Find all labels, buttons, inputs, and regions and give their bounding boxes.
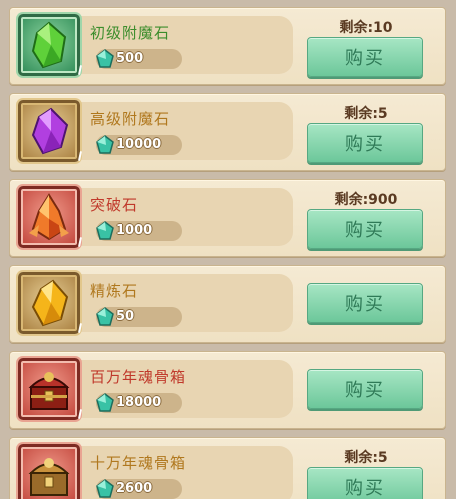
item-icon-frame[interactable] [18, 186, 80, 248]
buy-button[interactable]: 购买 [307, 369, 423, 409]
jade-gem-icon [96, 479, 114, 498]
remaining-count: 剩余:5 [344, 106, 388, 122]
item-name: 高级附魔石 [90, 110, 171, 128]
shop-item-card: 突破石 1000 剩余:900 购买 [9, 179, 446, 257]
item-name: 十万年魂骨箱 [90, 454, 187, 472]
item-price: 500 [116, 51, 144, 66]
item-icon-frame[interactable] [18, 14, 80, 76]
red-chest-icon [28, 372, 70, 410]
item-icon-frame[interactable] [18, 100, 80, 162]
remaining-count: 剩余:10 [339, 20, 393, 36]
item-price: 50 [116, 309, 135, 324]
shop-item-card: 十万年魂骨箱 2600 剩余:5 购买 [9, 437, 446, 499]
jade-gem-icon [96, 49, 114, 68]
buy-button[interactable]: 购买 [307, 37, 423, 77]
item-price: 1000 [116, 223, 153, 238]
item-name: 精炼石 [90, 282, 139, 300]
jade-gem-icon [96, 135, 114, 154]
item-name: 突破石 [90, 196, 139, 214]
jade-gem-icon [96, 307, 114, 326]
buy-button[interactable]: 购买 [307, 283, 423, 323]
remaining-count: 剩余:5 [344, 450, 388, 466]
gold-chest-icon [28, 458, 70, 496]
shop-item-card: 初级附魔石 500 剩余:10 购买 [9, 7, 446, 85]
shop-item-card: 精炼石 50 购买 [9, 265, 446, 343]
item-price: 2600 [116, 481, 153, 496]
shop-item-card: 百万年魂骨箱 18000 购买 [9, 351, 446, 429]
jade-gem-icon [96, 393, 114, 412]
item-name: 初级附魔石 [90, 24, 171, 42]
buy-button[interactable]: 购买 [307, 123, 423, 163]
shop-item-list: 初级附魔石 500 剩余:10 购买 高级附魔石 10000 剩余:5 购买 突… [0, 0, 456, 499]
jade-gem-icon [96, 221, 114, 240]
item-price: 10000 [116, 137, 162, 152]
purple-crystal-icon [31, 107, 69, 155]
buy-button[interactable]: 购买 [307, 209, 423, 249]
yellow-crystal-icon [31, 279, 69, 327]
shop-item-card: 高级附魔石 10000 剩余:5 购买 [9, 93, 446, 171]
item-icon-frame[interactable] [18, 272, 80, 334]
item-price: 18000 [116, 395, 162, 410]
item-icon-frame[interactable] [18, 444, 80, 499]
green-crystal-icon [31, 21, 67, 69]
item-name: 百万年魂骨箱 [90, 368, 187, 386]
buy-button[interactable]: 购买 [307, 467, 423, 499]
fire-stone-icon [29, 193, 69, 241]
remaining-count: 剩余:900 [334, 192, 398, 208]
item-icon-frame[interactable] [18, 358, 80, 420]
